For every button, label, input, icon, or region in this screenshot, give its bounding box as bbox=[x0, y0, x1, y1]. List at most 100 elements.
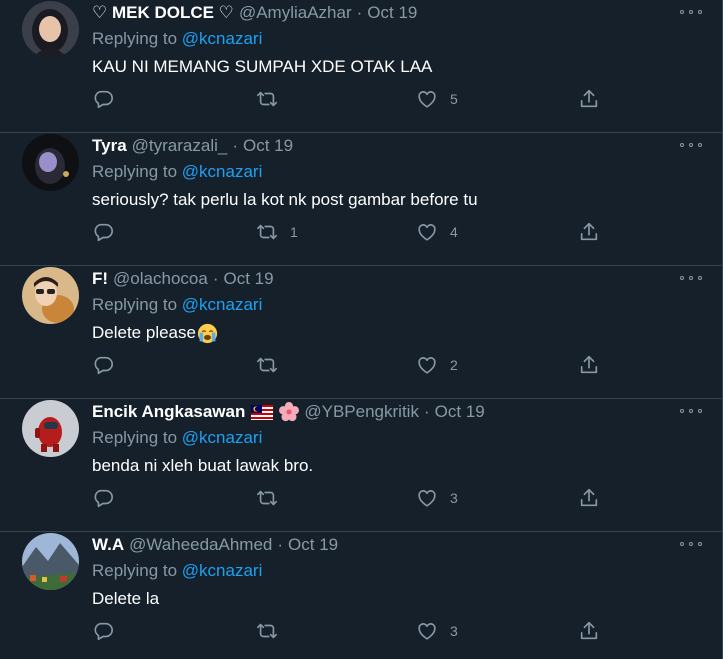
reply-button[interactable] bbox=[92, 618, 126, 644]
like-count: 3 bbox=[450, 623, 458, 639]
heart-icon bbox=[418, 91, 436, 108]
replying-to: Replying to @kcnazari bbox=[92, 159, 702, 185]
share-button[interactable] bbox=[578, 86, 600, 112]
tweet-text-row: Delete please bbox=[92, 320, 702, 346]
retweet-button[interactable]: 1 bbox=[256, 219, 298, 245]
separator: · bbox=[356, 3, 363, 22]
more-icon[interactable] bbox=[680, 139, 702, 151]
tweet-date[interactable]: Oct 19 bbox=[435, 399, 485, 425]
replying-to: Replying to @kcnazari bbox=[92, 425, 702, 451]
like-count: 2 bbox=[450, 357, 458, 373]
avatar[interactable] bbox=[22, 267, 79, 324]
like-button[interactable]: 5 bbox=[416, 86, 458, 112]
malaysia-flag-emoji bbox=[251, 404, 274, 420]
tweet-date[interactable]: Oct 19 bbox=[243, 133, 293, 159]
like-button[interactable]: 3 bbox=[416, 485, 458, 511]
tweet-actions: 3 bbox=[92, 485, 612, 511]
display-name[interactable]: Encik Angkasawan bbox=[92, 399, 245, 425]
mention-link[interactable]: @kcnazari bbox=[182, 295, 263, 314]
share-button[interactable] bbox=[578, 352, 600, 378]
tweet[interactable]: Tyra @tyrarazali_ · Oct 19 Replying to @… bbox=[0, 133, 722, 266]
reply-button[interactable] bbox=[92, 219, 126, 245]
retweet-icon bbox=[257, 224, 277, 240]
like-count: 5 bbox=[450, 91, 458, 107]
tweet-actions: 1 4 bbox=[92, 219, 612, 245]
display-name[interactable]: F! bbox=[92, 266, 108, 292]
retweet-button[interactable] bbox=[256, 86, 290, 112]
like-button[interactable]: 3 bbox=[416, 618, 458, 644]
share-button[interactable] bbox=[578, 485, 600, 511]
display-name[interactable]: ♡ MEK DOLCE ♡ bbox=[92, 0, 234, 26]
tweet-header: Tyra @tyrarazali_ · Oct 19 bbox=[92, 133, 702, 159]
reply-button[interactable] bbox=[92, 86, 126, 112]
mention-link[interactable]: @kcnazari bbox=[182, 561, 263, 580]
heart-icon bbox=[418, 623, 436, 640]
replying-label: Replying to bbox=[92, 162, 182, 181]
more-icon[interactable] bbox=[680, 272, 702, 284]
replying-to: Replying to @kcnazari bbox=[92, 292, 702, 318]
tweet[interactable]: ♡ MEK DOLCE ♡ @AmyliaAzhar · Oct 19 Repl… bbox=[0, 0, 722, 133]
replying-label: Replying to bbox=[92, 295, 182, 314]
handle[interactable]: @AmyliaAzhar bbox=[239, 0, 352, 26]
handle[interactable]: @YBPengkritik bbox=[304, 399, 419, 425]
more-icon[interactable] bbox=[680, 538, 702, 550]
reply-icon bbox=[94, 90, 113, 109]
mention-link[interactable]: @kcnazari bbox=[182, 162, 263, 181]
tweet[interactable]: Encik Angkasawan @YBPengkritik · Oct 19 … bbox=[0, 399, 722, 532]
retweet-icon bbox=[257, 490, 277, 506]
tweet-text: seriously? tak perlu la kot nk post gamb… bbox=[92, 190, 478, 209]
more-icon[interactable] bbox=[680, 405, 702, 417]
tweet[interactable]: W.A @WaheedaAhmed · Oct 19 Replying to @… bbox=[0, 532, 722, 659]
retweet-button[interactable] bbox=[256, 485, 290, 511]
replying-label: Replying to bbox=[92, 428, 182, 447]
avatar[interactable] bbox=[22, 533, 79, 590]
like-button[interactable]: 4 bbox=[416, 219, 458, 245]
separator: · bbox=[277, 535, 284, 554]
retweet-icon bbox=[257, 91, 277, 107]
retweet-icon bbox=[257, 623, 277, 639]
tweet-date[interactable]: Oct 19 bbox=[223, 266, 273, 292]
tweet-date[interactable]: Oct 19 bbox=[288, 532, 338, 558]
avatar[interactable] bbox=[22, 134, 79, 191]
replying-label: Replying to bbox=[92, 29, 182, 48]
share-button[interactable] bbox=[578, 219, 600, 245]
more-icon[interactable] bbox=[680, 6, 702, 18]
tweet-text: benda ni xleh buat lawak bro. bbox=[92, 456, 314, 475]
like-button[interactable]: 2 bbox=[416, 352, 458, 378]
display-name[interactable]: W.A bbox=[92, 532, 124, 558]
tweet-actions: 5 bbox=[92, 86, 612, 112]
reply-button[interactable] bbox=[92, 352, 126, 378]
retweet-button[interactable] bbox=[256, 352, 290, 378]
tweet-text: KAU NI MEMANG SUMPAH XDE OTAK LAA bbox=[92, 57, 433, 76]
tweet[interactable]: F! @olachocoa · Oct 19 Replying to @kcna… bbox=[0, 266, 722, 399]
separator: · bbox=[212, 269, 219, 288]
handle[interactable]: @WaheedaAhmed bbox=[129, 532, 272, 558]
like-count: 3 bbox=[450, 490, 458, 506]
reply-timeline: ♡ MEK DOLCE ♡ @AmyliaAzhar · Oct 19 Repl… bbox=[0, 0, 723, 659]
replying-to: Replying to @kcnazari bbox=[92, 26, 702, 52]
retweet-icon bbox=[257, 357, 277, 373]
reply-icon bbox=[94, 489, 113, 508]
separator: · bbox=[423, 402, 430, 421]
tweet-date[interactable]: Oct 19 bbox=[367, 0, 417, 26]
share-icon bbox=[580, 222, 598, 241]
handle[interactable]: @tyrarazali_ bbox=[132, 133, 228, 159]
hibiscus-emoji bbox=[279, 402, 300, 422]
share-icon bbox=[580, 621, 598, 640]
like-count: 4 bbox=[450, 224, 458, 240]
reply-button[interactable] bbox=[92, 485, 126, 511]
handle[interactable]: @olachocoa bbox=[113, 266, 208, 292]
retweet-count: 1 bbox=[290, 224, 298, 240]
avatar[interactable] bbox=[22, 1, 79, 58]
avatar[interactable] bbox=[22, 400, 79, 457]
share-button[interactable] bbox=[578, 618, 600, 644]
mention-link[interactable]: @kcnazari bbox=[182, 428, 263, 447]
display-name[interactable]: Tyra bbox=[92, 133, 127, 159]
heart-icon bbox=[418, 224, 436, 241]
tweet-text: Delete la bbox=[92, 589, 160, 608]
retweet-button[interactable] bbox=[256, 618, 290, 644]
mention-link[interactable]: @kcnazari bbox=[182, 29, 263, 48]
tweet-header: Encik Angkasawan @YBPengkritik · Oct 19 bbox=[92, 399, 702, 425]
replying-to: Replying to @kcnazari bbox=[92, 558, 702, 584]
tweet-header: F! @olachocoa · Oct 19 bbox=[92, 266, 702, 292]
